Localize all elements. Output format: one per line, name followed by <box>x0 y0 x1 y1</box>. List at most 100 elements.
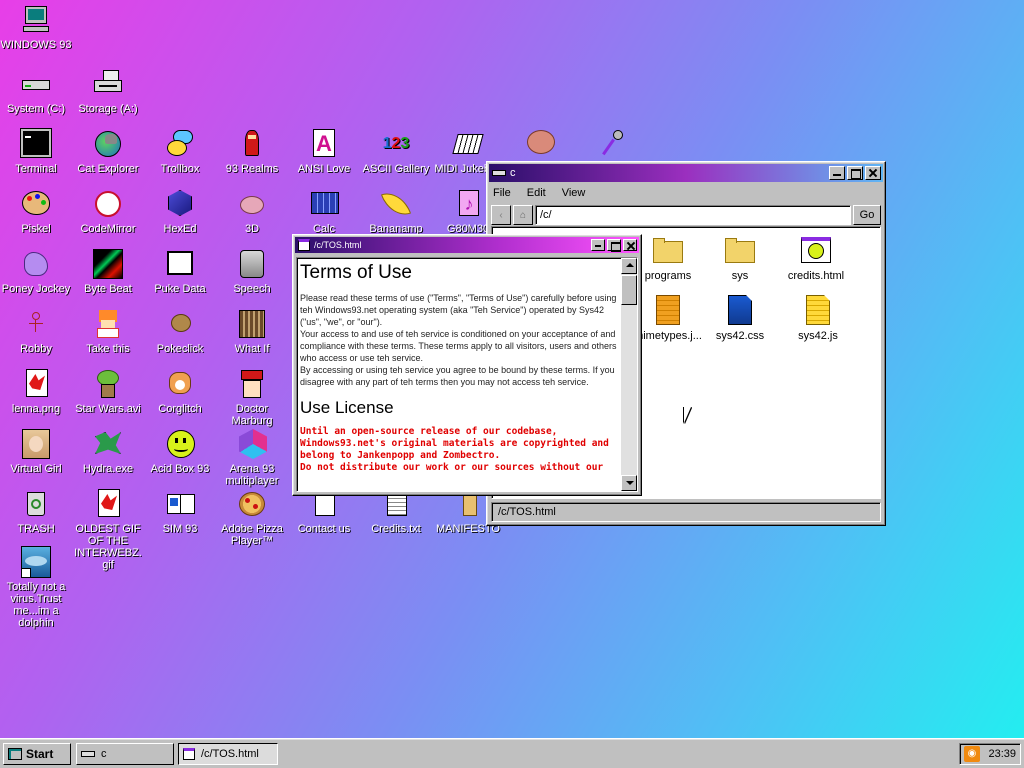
chevron-up-icon <box>626 263 634 267</box>
desktop-icon-hydra[interactable]: Hydra.exe <box>72 428 144 475</box>
scroll-down-button[interactable] <box>621 475 637 491</box>
desktop-icon-trollbox[interactable]: Trollbox <box>144 128 216 175</box>
file-item-mimetypes[interactable]: mimetypes.j... <box>632 295 704 342</box>
doctor-icon <box>235 368 269 400</box>
desktop-icon-adobe-pizza[interactable]: Adobe Pizza Player™ <box>216 488 288 547</box>
desktop-icon-oldest-gif[interactable]: OLDEST GIF OF THE INTERWEBZ.gif <box>72 488 144 571</box>
back-button[interactable]: ‹ <box>491 205 511 225</box>
rss-icon[interactable]: ◉ <box>964 746 980 762</box>
girl-icon <box>19 428 53 460</box>
tos-titlebar[interactable]: /c/TOS.html <box>295 237 639 253</box>
desktop-icon-93-realms[interactable]: 93 Realms <box>216 128 288 175</box>
desktop-icon-sim-93[interactable]: SIM 93 <box>144 488 216 535</box>
numbers-icon: 123 <box>382 135 410 152</box>
desktop-icon-3d[interactable]: 3D <box>216 188 288 235</box>
folder-icon <box>652 235 684 267</box>
desktop-icon-piskel[interactable]: Piskel <box>0 188 72 235</box>
desktop-icon-star-wars[interactable]: Star Wars.avi <box>72 368 144 415</box>
tos-title: /c/TOS.html <box>314 240 362 250</box>
trash-icon <box>19 488 53 520</box>
tos-document: Terms of Use Please read these terms of … <box>296 257 638 492</box>
desktop-icon-what-if[interactable]: What If <box>216 308 288 355</box>
explorer-titlebar[interactable]: c <box>489 164 883 182</box>
desktop-icon-ascii-gallery[interactable]: 123 ASCII Gallery <box>360 128 432 175</box>
desktop-icon-trash[interactable]: TRASH <box>0 488 72 535</box>
puredata-icon: Pd <box>163 248 197 280</box>
task-button-c[interactable]: c <box>76 743 174 765</box>
calculator-icon <box>307 188 341 220</box>
scroll-up-button[interactable] <box>621 258 637 274</box>
menu-view[interactable]: View <box>560 187 588 199</box>
rock-icon <box>163 308 197 340</box>
desktop-icon-cookie[interactable] <box>504 128 576 163</box>
close-button[interactable] <box>623 239 637 251</box>
tos-paragraph-2: Your access to and use of teh service is… <box>300 329 617 363</box>
maximize-button[interactable] <box>847 166 863 180</box>
desktop-icon-calc[interactable]: Calc <box>288 188 360 235</box>
desktop-icon-byte-beat[interactable]: Byte Beat <box>72 248 144 295</box>
desktop-icon-codemirror[interactable]: CodeMirror <box>72 188 144 235</box>
task-button-tos[interactable]: /c/TOS.html <box>178 743 278 765</box>
desktop-icon-doctor-marburg[interactable]: Doctor Marburg <box>216 368 288 427</box>
microphone-icon <box>595 128 629 160</box>
drive-icon <box>19 68 53 100</box>
tos-content: Terms of Use Please read these terms of … <box>297 258 621 491</box>
tos-window[interactable]: /c/TOS.html Terms of Use Please read the… <box>292 234 642 496</box>
desktop-icon-ansi-love[interactable]: A ANSI Love <box>288 128 360 175</box>
palette-icon <box>19 188 53 220</box>
desktop-icon-pokeclick[interactable]: Pokeclick <box>144 308 216 355</box>
maximize-button[interactable] <box>607 239 621 252</box>
address-row: ‹ ⌂ /c/ Go <box>491 204 881 226</box>
file-item-programs[interactable]: programs <box>632 235 704 282</box>
cube-icon <box>163 188 197 220</box>
desktop-icon-puke-data[interactable]: Pd Puke Data <box>144 248 216 295</box>
dolphin-icon: ↗ <box>19 546 53 578</box>
teapot-icon <box>235 188 269 220</box>
desktop-icon-microphone[interactable] <box>576 128 648 163</box>
desktop-icon-virtual-girl[interactable]: Virtual Girl <box>0 428 72 475</box>
desktop-icon-robby[interactable]: Robby <box>0 308 72 355</box>
vertical-scrollbar[interactable] <box>621 258 637 491</box>
chevron-left-icon: ‹ <box>499 209 503 221</box>
corgi-icon <box>163 368 197 400</box>
file-item-credits-html[interactable]: credits.html <box>778 235 854 282</box>
license-paragraph: Until an open-source release of our code… <box>300 426 609 461</box>
go-button[interactable]: Go <box>853 205 881 225</box>
menu-file[interactable]: File <box>491 187 513 199</box>
taskbar: Start c /c/TOS.html ◉ 23:39 <box>0 738 1024 768</box>
minimize-button[interactable] <box>829 166 845 180</box>
desktop-icon-hexed[interactable]: HexEd <box>144 188 216 235</box>
desktop-icon-storage-a[interactable]: Storage (A:) <box>72 68 144 115</box>
pizza-icon <box>235 488 269 520</box>
desktop-icon-speech[interactable]: Speech <box>216 248 288 295</box>
desktop-icon-poney-jockey[interactable]: Poney Jockey <box>0 248 72 295</box>
start-button[interactable]: Start <box>3 743 71 765</box>
desktop-icon-corglitch[interactable]: Corglitch <box>144 368 216 415</box>
home-button[interactable]: ⌂ <box>513 205 533 225</box>
image-file-icon <box>19 368 53 400</box>
desktop-icon-arena-93[interactable]: Arena 93 multiplayer <box>216 428 288 487</box>
js-file-icon <box>652 295 684 327</box>
file-item-sys42-js[interactable]: sys42.js <box>782 295 854 342</box>
terminal-icon <box>19 128 53 160</box>
file-item-sys[interactable]: sys <box>704 235 776 282</box>
knight-icon <box>235 128 269 160</box>
desktop-icon-lenna[interactable]: lenna.png <box>0 368 72 415</box>
book-icon <box>163 488 197 520</box>
desktop-icon-take-this[interactable]: Take this <box>72 308 144 355</box>
menu-edit[interactable]: Edit <box>525 187 548 199</box>
desktop-icon-acid-box[interactable]: Acid Box 93 <box>144 428 216 475</box>
file-item-sys42-css[interactable]: sys42.css <box>704 295 776 342</box>
desktop-icon-dolphin[interactable]: ↗ Totally not a virus.Trust me...im a do… <box>0 546 72 629</box>
desktop-icon-system-c[interactable]: System (C:) <box>0 68 72 115</box>
desktop-icon-bananamp[interactable]: Bananamp <box>360 187 432 235</box>
scroll-thumb[interactable] <box>621 275 637 305</box>
desktop-icon-cat-explorer[interactable]: Cat Explorer <box>72 128 144 175</box>
desktop-icon-windows93[interactable]: WINDOWS 93 <box>0 4 72 51</box>
minimize-button[interactable] <box>591 239 605 251</box>
desktop-icon-terminal[interactable]: Terminal <box>0 128 72 175</box>
close-button[interactable] <box>865 166 881 180</box>
use-license-heading: Use License <box>300 398 394 417</box>
drive-icon <box>81 751 95 757</box>
address-input[interactable]: /c/ <box>535 205 851 225</box>
